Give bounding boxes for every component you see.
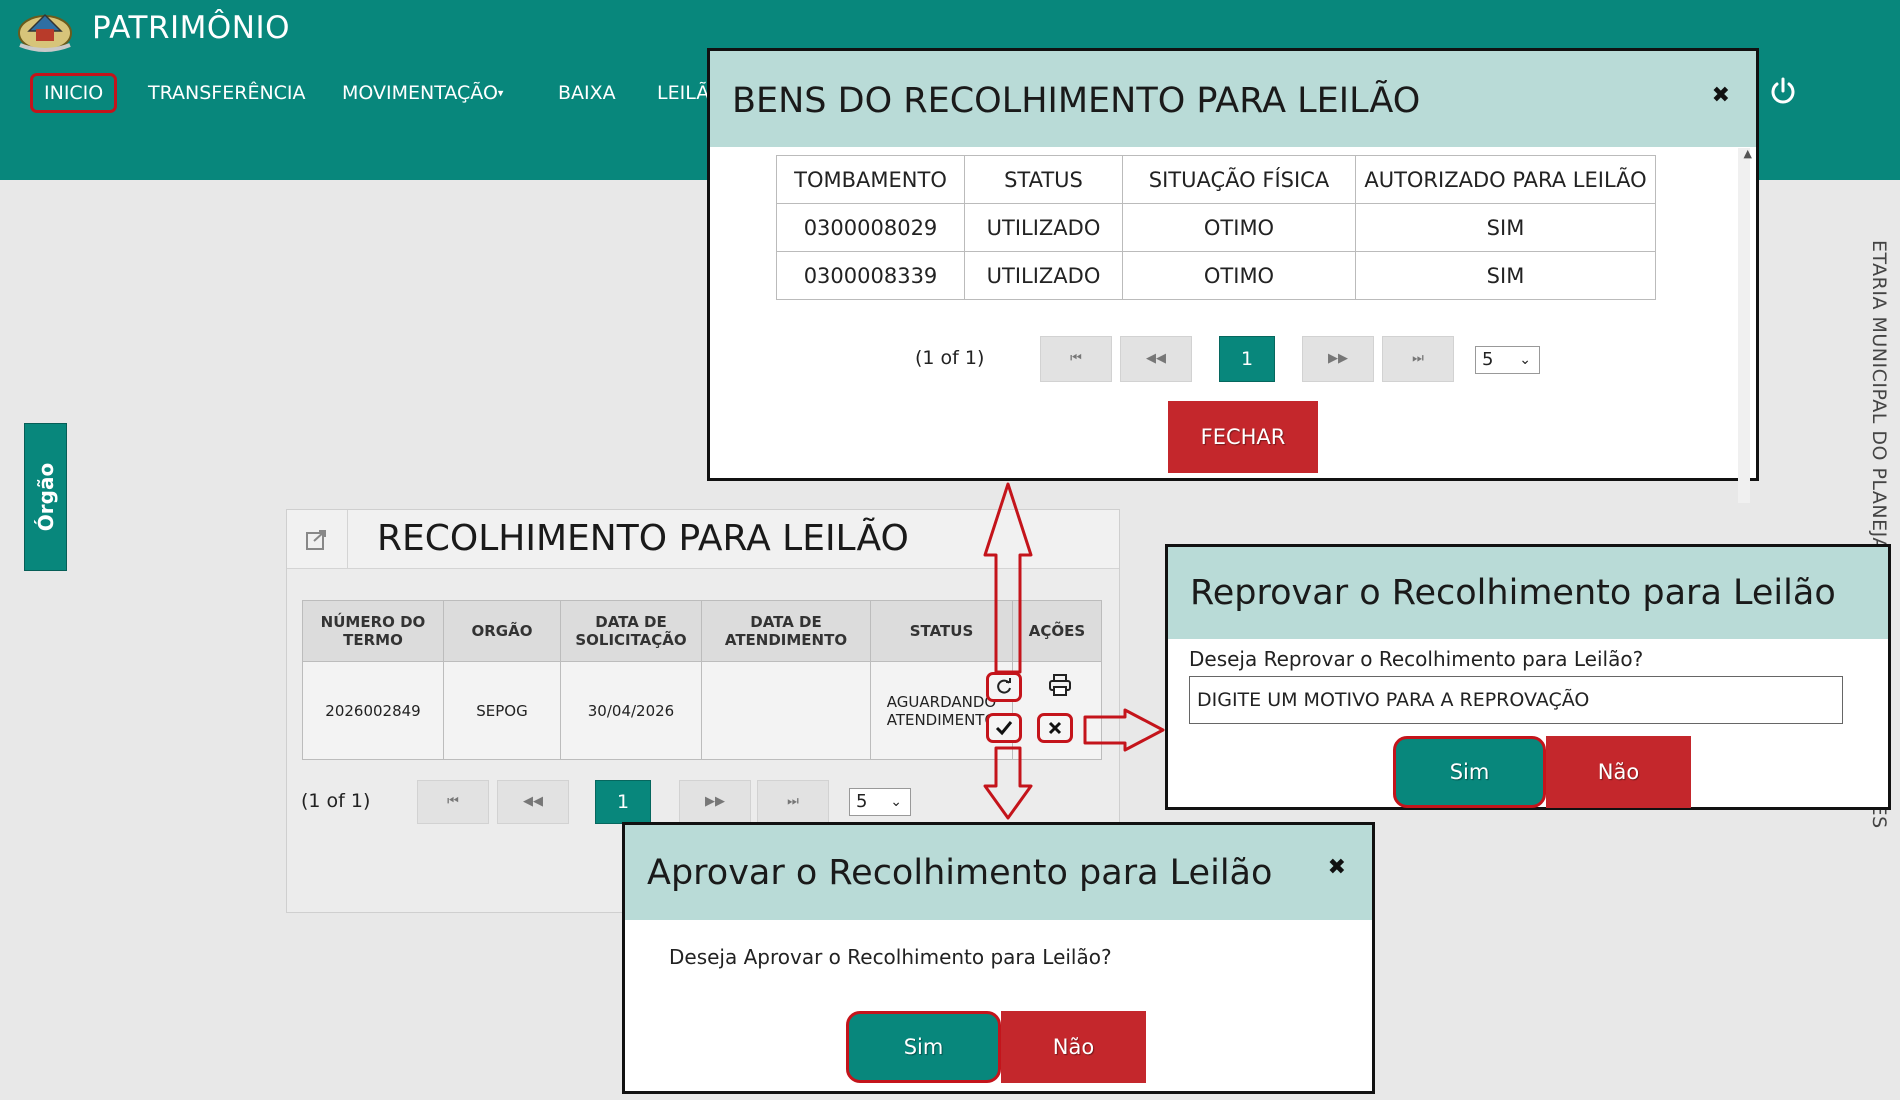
bens-modal-title: BENS DO RECOLHIMENTO PARA LEILÃO (732, 81, 1421, 121)
nav-movimentacao-label: MOVIMENTAÇÃO (342, 82, 498, 104)
rows-per-page-select[interactable]: 5 ⌄ (849, 788, 911, 816)
aprovar-modal-title: Aprovar o Recolhimento para Leilão (647, 853, 1273, 893)
share-icon (306, 530, 326, 550)
check-icon (995, 721, 1013, 736)
cell-data-solicitacao: 30/04/2026 (560, 661, 702, 760)
reprovar-modal-header: Reprovar o Recolhimento para Leilão (1168, 547, 1888, 639)
paginator-next-button[interactable]: ▶▶ (679, 780, 751, 824)
column-header: AÇÕES (1012, 600, 1102, 662)
reprovar-modal-title: Reprovar o Recolhimento para Leilão (1190, 573, 1836, 613)
table-row: 0300008029 UTILIZADO OTIMO SIM (776, 203, 1656, 252)
cell-situacao: OTIMO (1122, 251, 1356, 300)
motivo-input[interactable]: DIGITE UM MOTIVO PARA A REPROVAÇÃO (1189, 676, 1843, 724)
aprovar-question: Deseja Aprovar o Recolhimento para Leilã… (669, 945, 1112, 969)
cell-data-atendimento (701, 661, 871, 760)
sidebar-orgao-tab[interactable]: Órgão (24, 423, 67, 571)
app-title: PATRIMÔNIO (92, 10, 291, 46)
reprovar-question: Deseja Reprovar o Recolhimento para Leil… (1189, 647, 1644, 671)
aprovar-nao-button[interactable]: Não (1001, 1011, 1146, 1083)
close-icon (1048, 721, 1062, 735)
bens-modal: BENS DO RECOLHIMENTO PARA LEILÃO ✖ ▲ TOM… (707, 48, 1759, 503)
column-header[interactable]: AUTORIZADO PARA LEILÃO (1355, 155, 1656, 204)
table-header-row: NÚMERO DO TERMO ORGÃO DATA DE SOLICITAÇÃ… (302, 600, 1102, 662)
share-button[interactable] (287, 510, 348, 568)
column-header[interactable]: DATA DE SOLICITAÇÃO (560, 600, 702, 662)
paginator-last-button[interactable]: ⏭ (1382, 336, 1454, 382)
cell-orgao: SEPOG (443, 661, 561, 760)
close-icon[interactable]: ✖ (1712, 83, 1730, 108)
rows-per-page-value: 5 (856, 791, 868, 812)
nav-leilao[interactable]: LEILÃ (657, 76, 709, 110)
approve-button[interactable] (986, 713, 1022, 743)
cell-status: UTILIZADO (964, 251, 1123, 300)
chevron-down-icon: ⌄ (890, 794, 902, 810)
bens-table: TOMBAMENTO STATUS SITUAÇÃO FÍSICA AUTORI… (776, 155, 1656, 300)
table-row: 2026002849 SEPOG 30/04/2026 AGUARDANDO A… (302, 661, 1102, 760)
cell-autorizado: SIM (1355, 251, 1656, 300)
table-row: 0300008339 UTILIZADO OTIMO SIM (776, 251, 1656, 300)
coat-of-arms-logo (18, 13, 72, 52)
aprovar-sim-button[interactable]: Sim (846, 1011, 1001, 1083)
paginator-page-button[interactable]: 1 (595, 780, 651, 824)
rows-per-page-select[interactable]: 5 ⌄ (1475, 346, 1540, 374)
column-header[interactable]: ORGÃO (443, 600, 561, 662)
panel-title: RECOLHIMENTO PARA LEILÃO (377, 518, 909, 559)
paginator-prev-button[interactable]: ◀◀ (1120, 336, 1192, 382)
column-header[interactable]: STATUS (964, 155, 1123, 204)
paginator-label: (1 of 1) (915, 347, 985, 369)
nav-movimentacao[interactable]: MOVIMENTAÇÃO▾ (342, 76, 503, 111)
cell-tombamento: 0300008029 (776, 203, 965, 252)
scroll-up-icon[interactable]: ▲ (1744, 147, 1752, 160)
refresh-icon (997, 678, 1011, 694)
recolhimento-table: NÚMERO DO TERMO ORGÃO DATA DE SOLICITAÇÃ… (302, 600, 1102, 760)
scrollbar[interactable] (1738, 148, 1750, 503)
column-header[interactable]: SITUAÇÃO FÍSICA (1122, 155, 1356, 204)
paginator-label: (1 of 1) (301, 790, 371, 812)
reject-button[interactable] (1037, 713, 1073, 743)
chevron-down-icon: ▾ (497, 86, 504, 100)
paginator-first-button[interactable]: ⏮ (417, 780, 489, 824)
cell-situacao: OTIMO (1122, 203, 1356, 252)
view-items-button[interactable] (986, 672, 1022, 702)
panel-header: RECOLHIMENTO PARA LEILÃO (287, 510, 1119, 569)
cell-tombamento: 0300008339 (776, 251, 965, 300)
column-header[interactable]: TOMBAMENTO (776, 155, 965, 204)
nav-inicio[interactable]: INICIO (30, 73, 118, 113)
aprovar-modal: Aprovar o Recolhimento para Leilão ✖ Des… (622, 822, 1375, 1094)
reprovar-modal: Reprovar o Recolhimento para Leilão Dese… (1165, 544, 1891, 810)
nav-baixa[interactable]: BAIXA (558, 76, 616, 110)
bens-modal-header: BENS DO RECOLHIMENTO PARA LEILÃO ✖ (710, 51, 1756, 147)
column-header[interactable]: STATUS (870, 600, 1013, 662)
cell-status: UTILIZADO (964, 203, 1123, 252)
table-header-row: TOMBAMENTO STATUS SITUAÇÃO FÍSICA AUTORI… (776, 155, 1656, 204)
fechar-button[interactable]: FECHAR (1168, 401, 1318, 473)
reprovar-sim-button[interactable]: Sim (1393, 736, 1546, 808)
close-icon[interactable]: ✖ (1328, 855, 1346, 880)
sidebar-tab-label: Órgão (33, 462, 58, 532)
chevron-down-icon: ⌄ (1519, 352, 1531, 368)
aprovar-modal-header: Aprovar o Recolhimento para Leilão ✖ (625, 825, 1372, 920)
paginator-last-button[interactable]: ⏭ (757, 780, 829, 824)
power-icon[interactable] (1768, 76, 1798, 106)
paginator-first-button[interactable]: ⏮ (1040, 336, 1112, 382)
rows-per-page-value: 5 (1482, 349, 1494, 370)
cell-numero-termo: 2026002849 (302, 661, 444, 760)
printer-icon (1049, 674, 1071, 696)
reprovar-nao-button[interactable]: Não (1546, 736, 1691, 808)
column-header[interactable]: NÚMERO DO TERMO (302, 600, 444, 662)
paginator-next-button[interactable]: ▶▶ (1302, 336, 1374, 382)
paginator-prev-button[interactable]: ◀◀ (497, 780, 569, 824)
column-header[interactable]: DATA DE ATENDIMENTO (701, 600, 871, 662)
cell-autorizado: SIM (1355, 203, 1656, 252)
nav-transferencia[interactable]: TRANSFERÊNCIA (148, 76, 306, 110)
paginator-page-button[interactable]: 1 (1219, 336, 1275, 382)
print-button[interactable] (1045, 673, 1075, 703)
